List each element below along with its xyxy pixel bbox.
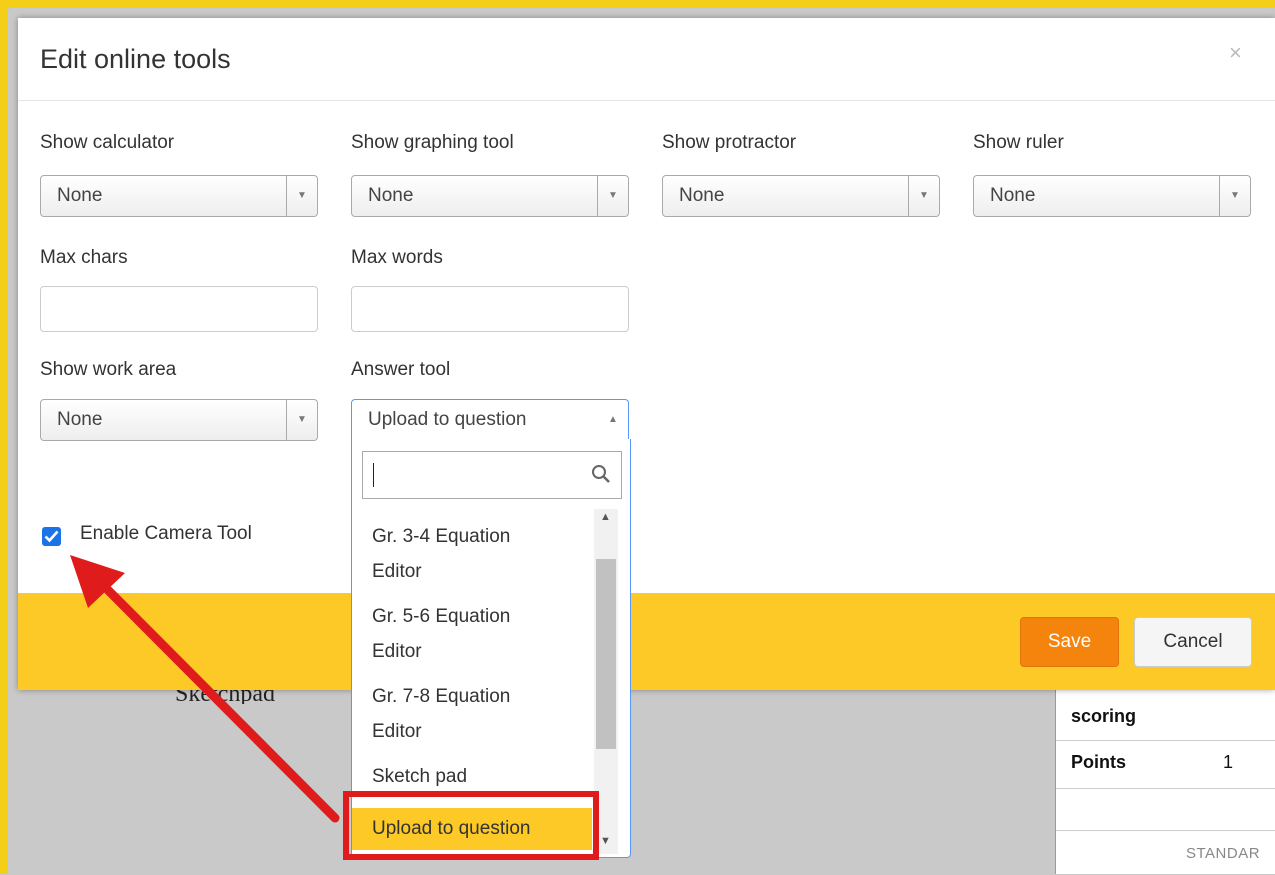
annotation-arrow-icon	[70, 555, 340, 823]
